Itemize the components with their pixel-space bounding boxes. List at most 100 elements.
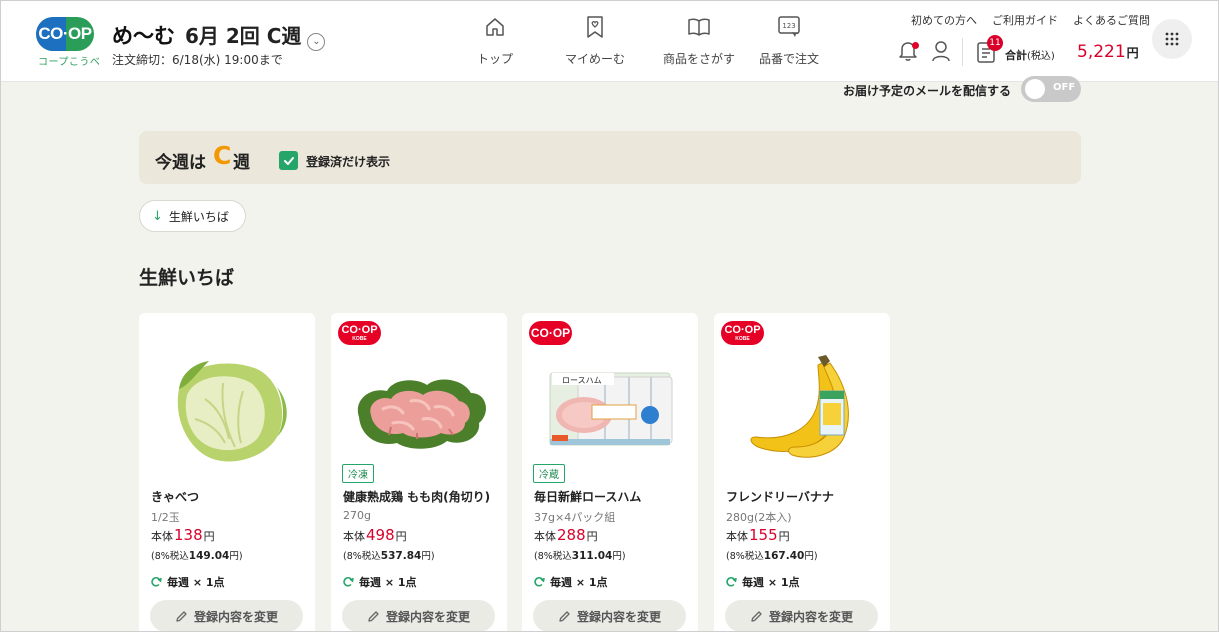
edit-registration-button[interactable]: 登録内容を変更 (150, 600, 303, 632)
tax-prefix: (8%税込 (343, 551, 381, 562)
coop-logo[interactable]: CO·OP コープこうべ (36, 17, 100, 68)
edit-registration-button[interactable]: 登録内容を変更 (342, 600, 495, 632)
week-prefix: 今週は (155, 153, 206, 173)
product-name[interactable]: 健康熟成鶏 もも肉(角切り) (343, 488, 490, 505)
nav-label: マイめーむ (564, 52, 625, 66)
header: CO·OP コープこうべ め〜む 6月 2回 C週 ⌄ 注文締切：6/18(水)… (0, 0, 1219, 82)
toggle-knob (1025, 79, 1045, 99)
price-unit: 円 (203, 530, 215, 543)
product-card[interactable]: CO·OP KOBE フレンドリーバナナ 280g(2本入) 本体155円 (8%… (714, 313, 890, 632)
banana-image[interactable] (714, 343, 890, 463)
repeat-icon (343, 577, 354, 587)
tax-included-price: (8%税込167.40円) (726, 548, 818, 562)
coop-kobe-logo: CO·OP KOBE (338, 321, 381, 345)
app-name: め〜む (112, 24, 175, 48)
product-name[interactable]: きゃべつ (151, 488, 199, 505)
heart-bookmark-icon (538, 14, 652, 40)
chevron-down-icon[interactable]: ⌄ (307, 32, 326, 51)
order-list-icon[interactable]: 11 (976, 35, 1003, 64)
total-unit: 円 (1126, 46, 1139, 60)
pencil-icon (368, 610, 379, 622)
tax-included-price: (8%税込311.04円) (534, 548, 626, 562)
edit-label: 登録内容を変更 (193, 609, 278, 624)
nav-my-meemu[interactable]: マイめーむ (538, 14, 652, 67)
bell-icon[interactable] (898, 40, 920, 64)
product-price: 本体155円 (726, 526, 790, 544)
user-icon[interactable] (931, 40, 951, 62)
order-deadline: 注文締切：6/18(水) 19:00まで (112, 53, 283, 67)
grid-icon (1165, 32, 1179, 46)
registered-only-checkbox[interactable] (279, 151, 298, 170)
chicken-image[interactable] (331, 343, 507, 463)
edit-label: 登録内容を変更 (576, 609, 661, 624)
coop-kobe-logo: CO·OP KOBE (721, 321, 764, 345)
week-suffix: 週 (233, 153, 250, 173)
price-prefix: 本体 (726, 530, 748, 543)
tax-prefix: (8%税込 (534, 551, 572, 562)
nav-top[interactable]: トップ (452, 14, 538, 67)
tax-value: 537.84 (380, 550, 422, 562)
product-card[interactable]: きゃべつ 1/2玉 本体138円 (8%税込149.04円) 毎週 × 1点 登… (139, 313, 315, 632)
product-name[interactable]: 毎日新鮮ロースハム (534, 488, 641, 505)
week-label: 6月 2回 C週 (185, 24, 302, 48)
nav-label: 品番で注文 (758, 52, 819, 66)
jump-to-section-button[interactable]: ↓ 生鮮いちば (139, 200, 246, 232)
section-title: 生鮮いちば (139, 267, 235, 289)
tax-suffix: 円) (421, 551, 435, 562)
repeat-icon (151, 577, 162, 587)
price-prefix: 本体 (534, 530, 556, 543)
product-size: 37g×4パック組 (534, 511, 616, 524)
total-amount: 5,221円 (1077, 42, 1139, 62)
price-unit: 円 (395, 530, 407, 543)
price-unit: 円 (778, 530, 790, 543)
delivery-mail-toggle[interactable]: OFF (1021, 76, 1081, 102)
price-prefix: 本体 (343, 530, 365, 543)
book-icon (652, 14, 746, 40)
logo-subtitle: コープこうべ (38, 57, 101, 68)
brand-week-selector[interactable]: め〜む 6月 2回 C週 ⌄ (112, 20, 326, 51)
pencil-icon (176, 610, 187, 622)
product-price: 本体138円 (151, 526, 215, 544)
product-name[interactable]: フレンドリーバナナ (726, 488, 834, 505)
link-first-time[interactable]: 初めての方へ (911, 12, 977, 28)
tax-value: 167.40 (763, 550, 805, 562)
order-frequency: 毎週 × 1点 (533, 574, 608, 590)
product-card[interactable]: CO·OP ロースハム 冷蔵 毎日新鮮ロースハム 37g×4パック組 本体288… (522, 313, 698, 632)
svg-text:123: 123 (782, 22, 795, 30)
link-user-guide[interactable]: ご利用ガイド (992, 12, 1058, 28)
tax-prefix: (8%税込 (726, 551, 764, 562)
current-week-letter: C (213, 141, 232, 170)
frequency-text: 毎週 × 1点 (550, 576, 608, 589)
edit-registration-button[interactable]: 登録内容を変更 (725, 600, 878, 632)
top-links: 初めての方へ ご利用ガイド よくあるご質問 (911, 12, 1165, 28)
product-card[interactable]: CO·OP KOBE 冷凍 健康熟成鶏 もも肉(角切り) 270g 本体498円 … (331, 313, 507, 632)
app-grid-button[interactable] (1152, 19, 1192, 59)
registered-only-label[interactable]: 登録済だけ表示 (306, 153, 390, 170)
logo-text: CO·OP (38, 24, 92, 43)
edit-label: 登録内容を変更 (768, 609, 853, 624)
nav-label: 商品をさがす (662, 52, 735, 66)
product-price: 本体288円 (534, 526, 598, 544)
divider (962, 38, 963, 66)
tax-included-price: (8%税込537.84円) (343, 548, 435, 562)
cabbage-image[interactable] (139, 343, 315, 463)
nav-order-by-number[interactable]: 123 品番で注文 (746, 14, 832, 67)
total-value: 5,221 (1077, 42, 1126, 62)
tax-value: 311.04 (571, 550, 613, 562)
product-size: 1/2玉 (151, 511, 180, 524)
total-tax-note: (税込) (1027, 51, 1055, 62)
check-icon (283, 156, 294, 165)
edit-registration-button[interactable]: 登録内容を変更 (533, 600, 686, 632)
home-icon (452, 14, 538, 40)
tax-suffix: 円) (804, 551, 818, 562)
nav-search-products[interactable]: 商品をさがす (652, 14, 746, 67)
arrow-down-icon: ↓ (152, 208, 163, 224)
link-faq[interactable]: よくあるご質問 (1073, 12, 1150, 28)
product-size: 280g(2本入) (726, 511, 792, 524)
price-prefix: 本体 (151, 530, 173, 543)
total-label-text: 合計 (1005, 49, 1027, 62)
cart-count-badge: 11 (987, 35, 1003, 51)
ham-image[interactable]: ロースハム (522, 343, 698, 463)
tax-prefix: (8%税込 (151, 551, 189, 562)
nav-label: トップ (476, 52, 513, 66)
